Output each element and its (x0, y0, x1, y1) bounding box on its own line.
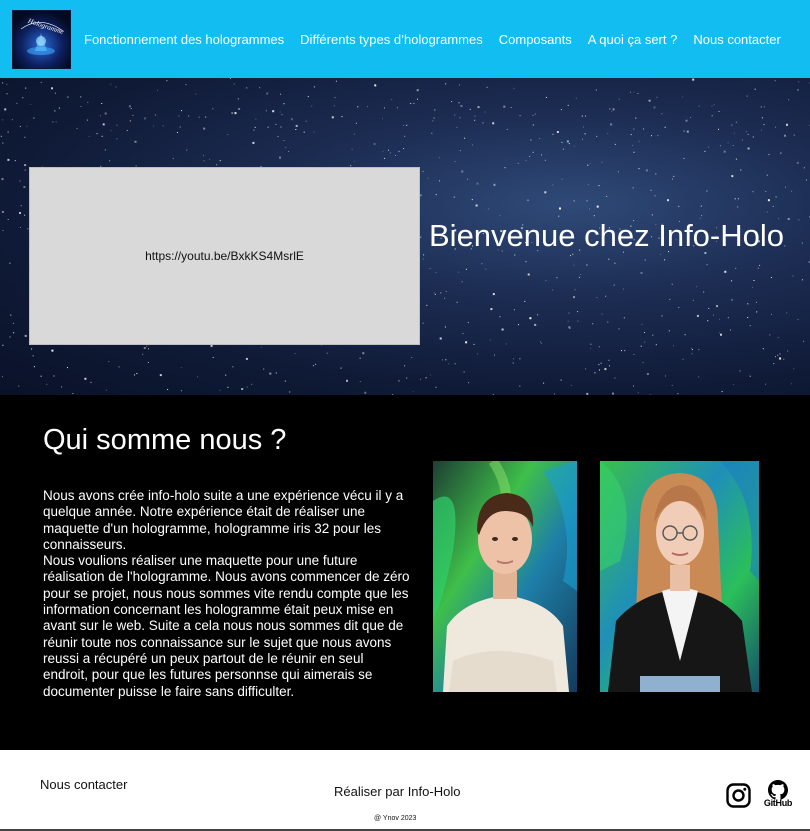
nav-item-fonctionnement[interactable]: Fonctionnement des hologrammes (84, 32, 284, 47)
hologramme-logo[interactable]: Hologramme (12, 10, 71, 69)
site-footer: Nous contacter Réaliser par Info-Holo @ … (0, 750, 810, 831)
site-header: Hologramme Fonctionnement des hologramme… (0, 0, 810, 78)
nav-item-utilite[interactable]: A quoi ça sert ? (588, 32, 678, 47)
video-link[interactable]: https://youtu.be/BxkKS4MsrlE (145, 249, 304, 263)
video-embed[interactable]: https://youtu.be/BxkKS4MsrlE (29, 167, 420, 345)
about-paragraph: Nous avons crée info-holo suite a une ex… (43, 488, 411, 700)
main-nav: Fonctionnement des hologrammes Différent… (84, 0, 797, 78)
hero-section: https://youtu.be/BxkKS4MsrlE Bienvenue c… (0, 78, 810, 395)
nav-item-contact[interactable]: Nous contacter (693, 32, 780, 47)
team-photo-male (433, 461, 577, 692)
about-heading: Qui somme nous ? (43, 424, 287, 456)
hero-title: Bienvenue chez Info-Holo (429, 218, 785, 253)
about-section: Qui somme nous ? Nous avons crée info-ho… (0, 395, 810, 750)
github-icon[interactable]: GitHub (760, 780, 796, 812)
footer-contact-link[interactable]: Nous contacter (40, 777, 127, 792)
logo-image: Hologramme (13, 11, 70, 68)
team-photo-female (600, 461, 759, 692)
about-text: Nous avons crée info-holo suite a une ex… (43, 488, 410, 699)
github-label: GitHub (763, 798, 793, 808)
nav-item-composants[interactable]: Composants (499, 32, 572, 47)
nav-item-types[interactable]: Différents types d’hologrammes (300, 32, 483, 47)
footer-credit: Réaliser par Info-Holo (334, 784, 461, 799)
instagram-icon[interactable] (726, 783, 751, 808)
footer-copyright: @ Ynov 2023 (374, 815, 417, 822)
